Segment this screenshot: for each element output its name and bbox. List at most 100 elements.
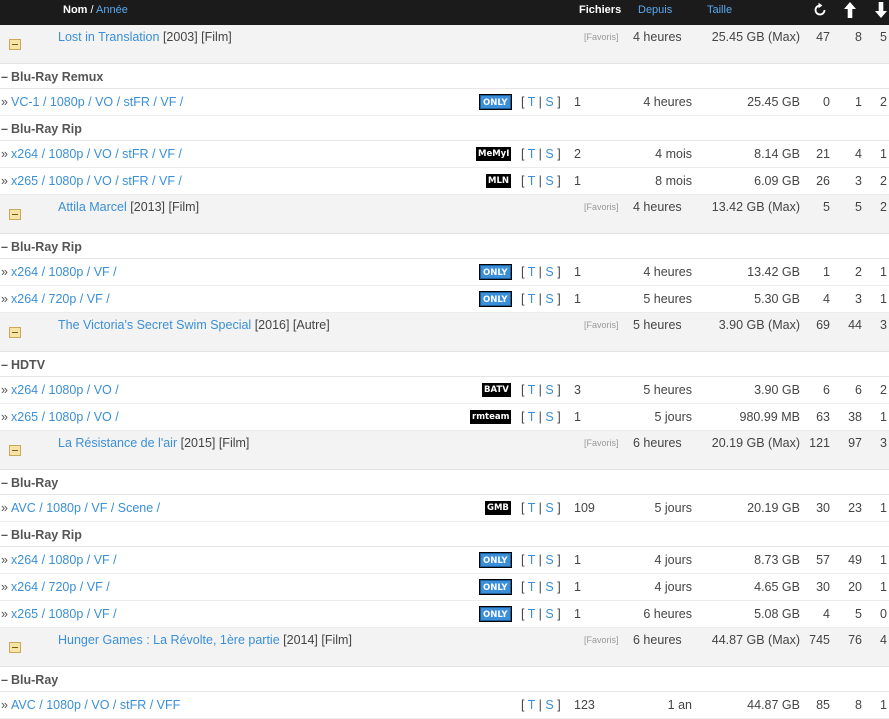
s-link[interactable]: S bbox=[545, 383, 553, 397]
s-link[interactable]: S bbox=[545, 410, 553, 424]
release-name-link[interactable]: x264 / 1080p / VO / stFR / VF / bbox=[11, 147, 182, 161]
s-link[interactable]: S bbox=[545, 698, 553, 712]
release-name-link[interactable]: x264 / 720p / VF / bbox=[11, 580, 110, 594]
team-badge: MLN bbox=[486, 174, 511, 188]
film-title-link[interactable]: The Victoria's Secret Swim Special bbox=[58, 318, 251, 332]
favoris-link[interactable]: [Favoris] bbox=[584, 438, 619, 448]
category-label: Blu-Ray bbox=[11, 476, 59, 490]
category-row: – Blu-Ray bbox=[0, 470, 889, 495]
count-down: 1 bbox=[880, 410, 887, 424]
release-name-link[interactable]: x264 / 1080p / VF / bbox=[11, 553, 117, 567]
release-files: 109 bbox=[574, 501, 595, 515]
s-link[interactable]: S bbox=[545, 265, 553, 279]
s-link[interactable]: S bbox=[545, 580, 553, 594]
s-link[interactable]: S bbox=[545, 147, 553, 161]
film-title-link[interactable]: Lost in Translation bbox=[58, 30, 159, 44]
release-depuis: 5 heures bbox=[643, 383, 692, 397]
collapse-toggle-icon[interactable] bbox=[9, 39, 21, 50]
release-files: 1 bbox=[574, 580, 581, 594]
release-name-link[interactable]: x265 / 1080p / VF / bbox=[11, 607, 117, 621]
header-fichiers[interactable]: Fichiers bbox=[579, 4, 621, 16]
t-link[interactable]: T bbox=[528, 292, 535, 306]
t-link[interactable]: T bbox=[528, 501, 535, 515]
film-title-link[interactable]: Attila Marcel bbox=[58, 200, 127, 214]
release-name-link[interactable]: AVC / 1080p / VF / Scene / bbox=[11, 501, 160, 515]
t-link[interactable]: T bbox=[528, 174, 535, 188]
t-link[interactable]: T bbox=[528, 410, 535, 424]
count-up: 1 bbox=[855, 95, 862, 109]
film-info: [2016] [Autre] bbox=[254, 318, 330, 332]
s-link[interactable]: S bbox=[545, 292, 553, 306]
count-refresh: 0 bbox=[823, 95, 830, 109]
collapse-toggle-icon[interactable] bbox=[9, 209, 21, 220]
release-marker: » bbox=[1, 147, 8, 161]
collapse-toggle-icon[interactable] bbox=[9, 642, 21, 653]
header-depuis[interactable]: Depuis bbox=[638, 4, 672, 16]
favoris-link[interactable]: [Favoris] bbox=[584, 635, 619, 645]
t-link[interactable]: T bbox=[528, 553, 535, 567]
count-refresh: 4 bbox=[823, 607, 830, 621]
film-depuis: 4 heures bbox=[633, 30, 682, 44]
s-link[interactable]: S bbox=[545, 607, 553, 621]
s-link[interactable]: S bbox=[545, 501, 553, 515]
release-name-link[interactable]: VC-1 / 1080p / VO / stFR / VF / bbox=[11, 95, 183, 109]
t-link[interactable]: T bbox=[528, 698, 535, 712]
film-title-link[interactable]: Hunger Games : La Révolte, 1ère partie bbox=[58, 633, 280, 647]
tracker-links: [ T | S ] bbox=[521, 292, 561, 306]
release-taille: 5.30 GB bbox=[754, 292, 800, 306]
t-link[interactable]: T bbox=[528, 580, 535, 594]
release-marker: » bbox=[1, 383, 8, 397]
t-link[interactable]: T bbox=[528, 95, 535, 109]
film-taille: 3.90 GB (Max) bbox=[718, 318, 800, 332]
category-marker: – bbox=[1, 358, 8, 372]
film-depuis: 5 heures bbox=[633, 318, 682, 332]
t-link[interactable]: T bbox=[528, 147, 535, 161]
t-link[interactable]: T bbox=[528, 607, 535, 621]
s-link[interactable]: S bbox=[545, 95, 553, 109]
header-nom-annee[interactable]: Nom / Année bbox=[63, 4, 128, 16]
header-nom[interactable]: Nom bbox=[63, 4, 87, 16]
tracker-links: [ T | S ] bbox=[521, 147, 561, 161]
category-marker: – bbox=[1, 673, 8, 687]
count-refresh: 30 bbox=[816, 580, 830, 594]
film-title-group: The Victoria's Secret Swim Special [2016… bbox=[58, 318, 330, 332]
count-down: 2 bbox=[880, 95, 887, 109]
count-up: 3 bbox=[855, 174, 862, 188]
header-taille[interactable]: Taille bbox=[707, 4, 732, 16]
count-up: 8 bbox=[855, 30, 862, 44]
count-refresh: 30 bbox=[816, 501, 830, 515]
film-title-group: Attila Marcel [2013] [Film] bbox=[58, 200, 199, 214]
favoris-link[interactable]: [Favoris] bbox=[584, 202, 619, 212]
collapse-toggle-icon[interactable] bbox=[9, 445, 21, 456]
refresh-icon[interactable] bbox=[812, 2, 828, 18]
arrow-down-icon[interactable] bbox=[874, 1, 888, 19]
arrow-up-icon[interactable] bbox=[843, 1, 857, 19]
count-up: 49 bbox=[848, 553, 862, 567]
release-name-link[interactable]: AVC / 1080p / VO / stFR / VFF bbox=[11, 698, 180, 712]
release-name-link[interactable]: x265 / 1080p / VO / stFR / VF / bbox=[11, 174, 182, 188]
count-up: 2 bbox=[855, 265, 862, 279]
release-name-link[interactable]: x264 / 1080p / VF / bbox=[11, 265, 117, 279]
category-label: HDTV bbox=[11, 358, 46, 372]
count-down: 0 bbox=[880, 607, 887, 621]
count-down: 1 bbox=[880, 501, 887, 515]
release-name-link[interactable]: x264 / 1080p / VO / bbox=[11, 383, 119, 397]
header-annee[interactable]: Année bbox=[96, 4, 128, 16]
s-link[interactable]: S bbox=[545, 174, 553, 188]
tracker-links: [ T | S ] bbox=[521, 580, 561, 594]
t-link[interactable]: T bbox=[528, 383, 535, 397]
t-link[interactable]: T bbox=[528, 265, 535, 279]
release-taille: 20.19 GB bbox=[747, 501, 800, 515]
film-title-link[interactable]: La Résistance de l'air bbox=[58, 436, 177, 450]
release-taille: 4.65 GB bbox=[754, 580, 800, 594]
count-down: 3 bbox=[880, 436, 887, 450]
release-name-link[interactable]: x265 / 1080p / VO / bbox=[11, 410, 119, 424]
release-marker: » bbox=[1, 174, 8, 188]
collapse-toggle-icon[interactable] bbox=[9, 327, 21, 338]
release-name-link[interactable]: x264 / 720p / VF / bbox=[11, 292, 110, 306]
count-down: 4 bbox=[880, 633, 887, 647]
release-taille: 980.99 MB bbox=[739, 410, 800, 424]
s-link[interactable]: S bbox=[545, 553, 553, 567]
favoris-link[interactable]: [Favoris] bbox=[584, 320, 619, 330]
favoris-link[interactable]: [Favoris] bbox=[584, 32, 619, 42]
